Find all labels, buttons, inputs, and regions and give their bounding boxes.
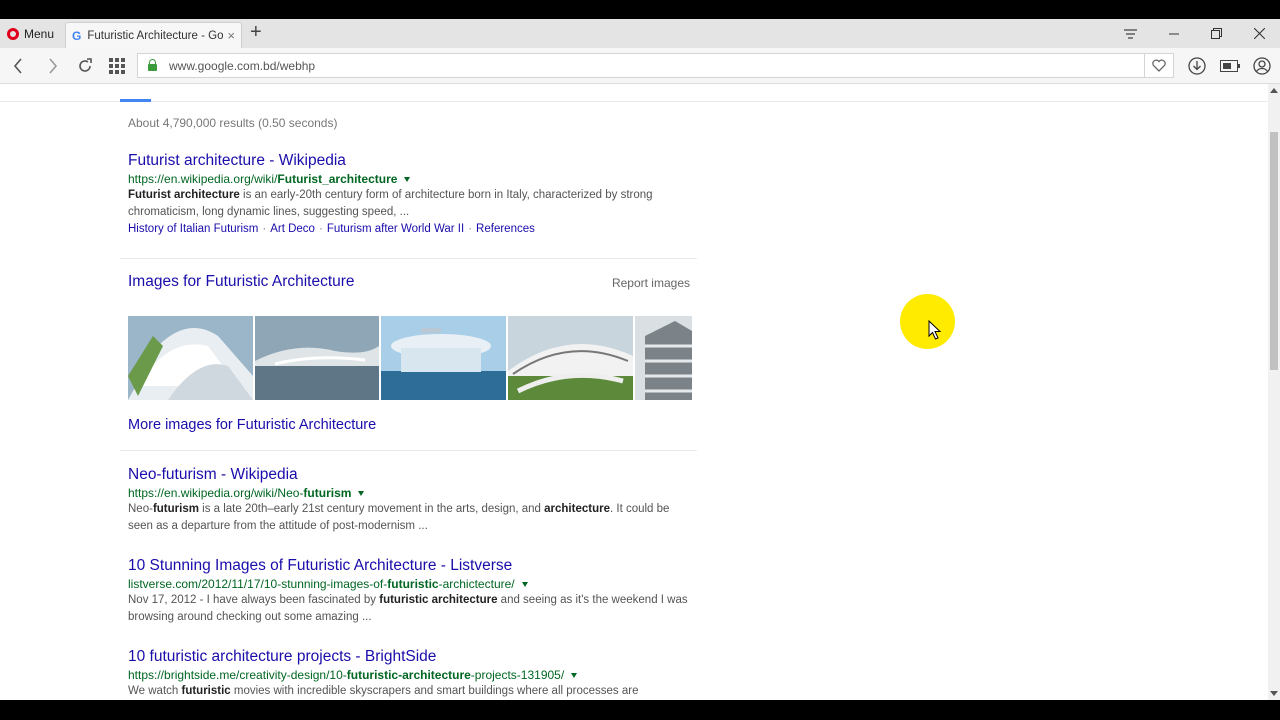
search-result: Futurist architecture - Wikipedia https:… [128, 151, 698, 238]
result-title-link[interactable]: Futurist architecture - Wikipedia [128, 151, 698, 171]
page-scrollbar[interactable] [1268, 84, 1280, 700]
scroll-down-arrow-icon[interactable] [1270, 691, 1278, 696]
image-thumbnails [128, 316, 692, 400]
image-thumbnail[interactable] [255, 316, 379, 400]
tab-menu-icon[interactable] [1109, 19, 1151, 48]
tab-bar: Menu G Futuristic Architecture - Go × + [0, 19, 1280, 48]
section-divider [120, 450, 697, 451]
result-title-link[interactable]: 10 futuristic architecture projects - Br… [128, 647, 698, 667]
search-result: 10 futuristic architecture projects - Br… [128, 647, 698, 700]
minimize-icon[interactable] [1153, 19, 1195, 48]
result-url: https://en.wikipedia.org/wiki/Futurist_a… [128, 171, 698, 187]
result-url: listverse.com/2012/11/17/10-stunning-ima… [128, 576, 698, 592]
battery-saver-icon[interactable] [1215, 48, 1245, 83]
sitelink[interactable]: History of Italian Futurism [128, 223, 258, 235]
result-sitelinks: History of Italian Futurism · Art Deco · Fut… [128, 223, 535, 235]
search-result: 10 Stunning Images of Futuristic Archite… [128, 556, 698, 626]
report-images-link[interactable]: Report images [612, 276, 690, 290]
forward-icon[interactable] [38, 48, 68, 83]
result-url: https://brightside.me/creativity-design/… [128, 667, 698, 683]
caret-down-icon[interactable] [521, 582, 528, 588]
image-thumbnail[interactable] [635, 316, 692, 400]
address-bar: www.google.com.bd/webhp [0, 48, 1280, 84]
scrollbar-thumb[interactable] [1270, 132, 1278, 370]
restore-icon[interactable] [1195, 19, 1237, 48]
result-snippet: Nov 17, 2012 - I have always been fascin… [128, 594, 688, 623]
result-snippet: Futurist architecture is an early-20th c… [128, 189, 653, 218]
result-url: https://en.wikipedia.org/wiki/Neo-futuri… [128, 485, 698, 501]
scroll-up-arrow-icon[interactable] [1270, 88, 1278, 93]
result-title-link[interactable]: 10 Stunning Images of Futuristic Archite… [128, 556, 698, 576]
opera-logo-icon [7, 27, 19, 40]
result-title-link[interactable]: Neo-futurism - Wikipedia [128, 465, 698, 485]
lock-icon [148, 58, 157, 71]
tab-close-icon[interactable]: × [227, 28, 235, 43]
image-thumbnail[interactable] [128, 316, 253, 400]
menu-label: Menu [24, 26, 55, 41]
speed-dial-icon[interactable] [102, 48, 132, 83]
caret-down-icon[interactable] [358, 491, 365, 497]
account-icon[interactable] [1247, 48, 1277, 83]
search-result: Neo-futurism - Wikipedia https://en.wiki… [128, 465, 698, 535]
url-input[interactable]: www.google.com.bd/webhp [137, 53, 1174, 78]
caret-down-icon[interactable] [571, 673, 578, 679]
search-tabs-divider [0, 101, 1268, 102]
sitelink[interactable]: Futurism after World War II [327, 223, 464, 235]
caret-down-icon[interactable] [404, 177, 411, 183]
opera-menu-button[interactable]: Menu [0, 19, 62, 48]
image-thumbnail[interactable] [508, 316, 633, 400]
page-viewport: About 4,790,000 results (0.50 seconds) F… [0, 84, 1280, 700]
more-images-link[interactable]: More images for Futuristic Architecture [128, 417, 376, 433]
result-snippet: We watch futuristic movies with incredib… [128, 685, 639, 697]
back-icon[interactable] [3, 48, 33, 83]
section-divider [120, 258, 697, 259]
download-icon[interactable] [1182, 48, 1212, 83]
bottom-letterbox [0, 700, 1280, 720]
all-tab-indicator [120, 99, 151, 102]
sitelink[interactable]: Art Deco [270, 223, 315, 235]
mouse-cursor-icon [928, 320, 942, 340]
images-title-link[interactable]: Images for Futuristic Architecture [128, 273, 355, 290]
tab-active[interactable]: G Futuristic Architecture - Go × [65, 22, 242, 48]
browser-chrome: Menu G Futuristic Architecture - Go × + [0, 19, 1280, 84]
image-thumbnail[interactable] [381, 316, 506, 400]
reload-icon[interactable] [70, 48, 100, 83]
result-snippet: Neo-futurism is a late 20th–early 21st c… [128, 503, 670, 532]
close-window-icon[interactable] [1238, 19, 1280, 48]
images-section-header: Images for Futuristic Architecture Repor… [128, 273, 690, 291]
heart-icon[interactable] [1144, 54, 1173, 77]
google-favicon-icon: G [72, 28, 82, 43]
tab-title: Futuristic Architecture - Go [87, 29, 224, 42]
result-stats: About 4,790,000 results (0.50 seconds) [128, 116, 338, 130]
sitelink[interactable]: References [476, 223, 535, 235]
new-tab-button[interactable]: + [250, 21, 262, 44]
url-text: www.google.com.bd/webhp [169, 58, 316, 73]
